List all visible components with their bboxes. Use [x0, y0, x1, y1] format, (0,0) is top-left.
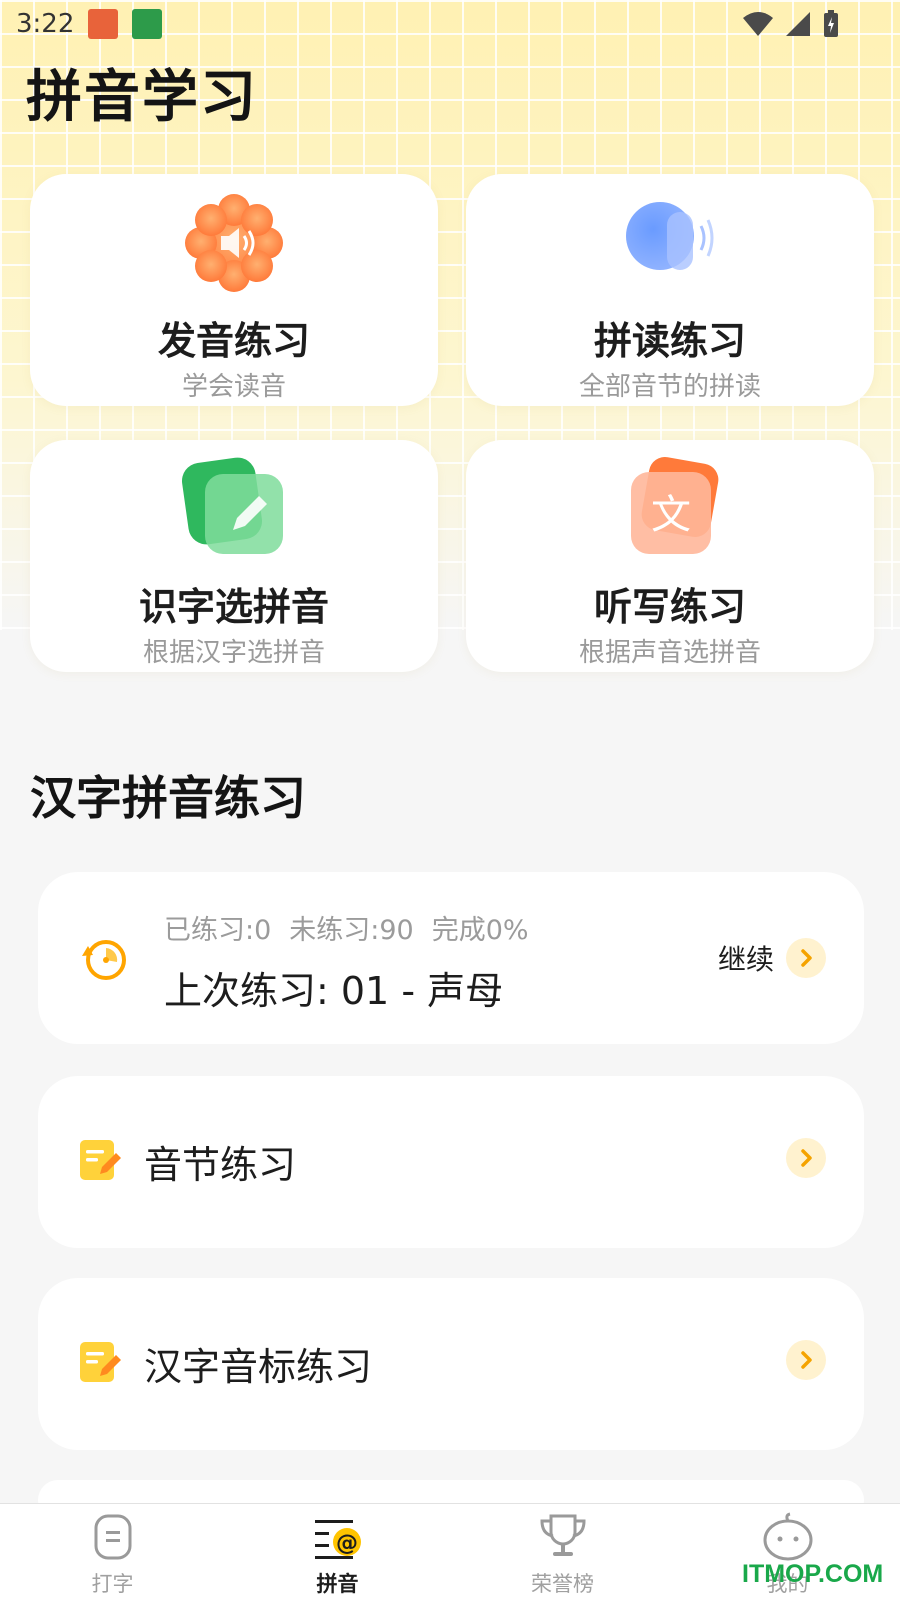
note-edit-icon [80, 1342, 121, 1382]
practice-item-label: 汉字音标练习 [144, 1345, 373, 1389]
tab-label: 打字 [91, 1572, 134, 1596]
signal-icon [786, 12, 810, 36]
text-icon: 文 [615, 454, 725, 564]
status-bar: 3:22 [0, 0, 900, 48]
resume-practice-card[interactable]: 已练习:0 未练习:90 完成0% 上次练习: 01 - 声母 继续 [38, 872, 864, 1044]
continue-button[interactable]: 继续 [718, 938, 774, 978]
practice-item-phonetic[interactable]: 汉字音标练习 [38, 1278, 864, 1450]
completion-rate: 完成0% [431, 915, 529, 946]
practice-stats: 已练习:0 未练习:90 完成0% [164, 908, 547, 947]
speaker-icon [179, 188, 289, 298]
feature-card-subtitle: 根据汉字选拼音 [142, 638, 325, 668]
feature-card-title: 听写练习 [593, 585, 746, 629]
note-edit-icon [80, 1140, 121, 1180]
page-title: 拼音学习 [26, 65, 258, 130]
chevron-right-icon[interactable] [786, 1340, 826, 1380]
battery-icon [824, 10, 838, 37]
tab-pinyin[interactable]: @ 拼音 [225, 1504, 450, 1600]
chevron-right-icon[interactable] [786, 1138, 826, 1178]
tab-label: 荣誉榜 [531, 1572, 594, 1596]
practice-item-label: 音节练习 [144, 1143, 297, 1187]
feature-card-subtitle: 全部音节的拼读 [578, 372, 761, 402]
wifi-icon [743, 12, 773, 36]
svg-text:@: @ [336, 1531, 358, 1556]
feature-card-spelling[interactable]: 拼读练习 全部音节的拼读 [466, 174, 874, 406]
pencil-icon [179, 454, 289, 564]
feature-card-dictation[interactable]: 文 听写练习 根据声音选拼音 [466, 440, 874, 672]
profile-icon [763, 1512, 812, 1561]
tab-typing[interactable]: 打字 [0, 1504, 225, 1600]
notification-app-icon [88, 9, 119, 39]
history-icon [82, 940, 126, 980]
sound-wave-icon [615, 188, 725, 298]
feature-card-subtitle: 根据声音选拼音 [578, 638, 761, 668]
feature-card-pronunciation[interactable]: 发音练习 学会读音 [30, 174, 438, 406]
unpracticed-count: 未练习:90 [289, 915, 414, 946]
feature-card-subtitle: 学会读音 [181, 372, 286, 402]
practiced-count: 已练习:0 [164, 915, 272, 946]
last-practice: 上次练习: 01 - 声母 [164, 969, 504, 1013]
typing-icon [94, 1514, 131, 1560]
watermark: ITMOP.COM [742, 1560, 884, 1588]
section-title: 汉字拼音练习 [30, 771, 306, 825]
practice-item-syllable[interactable]: 音节练习 [38, 1076, 864, 1248]
trophy-icon [539, 1514, 586, 1556]
feature-card-title: 识字选拼音 [138, 585, 329, 629]
notification-app-icon [132, 9, 163, 39]
chevron-right-icon[interactable] [786, 938, 826, 978]
feature-card-character-pinyin[interactable]: 识字选拼音 根据汉字选拼音 [30, 440, 438, 672]
feature-card-title: 拼读练习 [593, 319, 746, 363]
feature-card-title: 发音练习 [157, 319, 310, 363]
svg-text:文: 文 [651, 492, 691, 538]
tab-honor-board[interactable]: 荣誉榜 [450, 1504, 675, 1600]
status-time: 3:22 [16, 9, 75, 39]
pinyin-icon: @ [314, 1520, 361, 1559]
tab-label: 拼音 [316, 1572, 359, 1596]
